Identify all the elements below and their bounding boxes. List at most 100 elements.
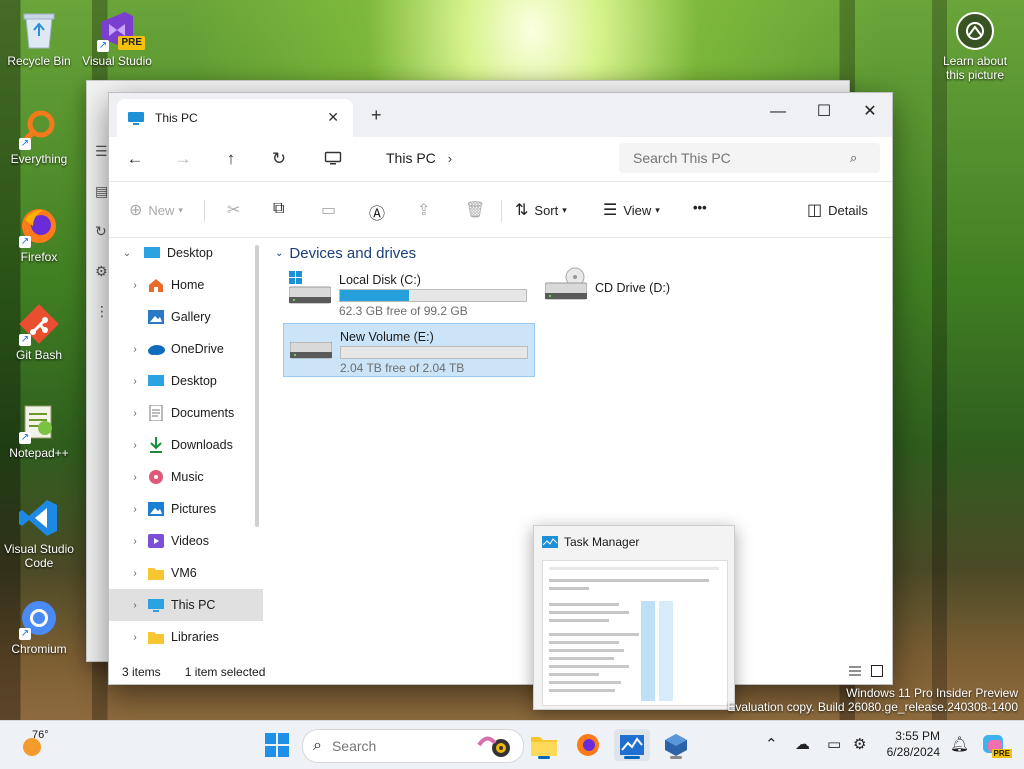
new-button[interactable]: ⊕ New ▾ xyxy=(129,200,183,220)
taskbar-search-input[interactable] xyxy=(329,737,454,755)
chevron-right-icon[interactable]: › xyxy=(129,280,141,291)
paste-button[interactable]: ▭ xyxy=(321,200,342,220)
close-tab-icon[interactable]: ✕ xyxy=(327,109,339,126)
chevron-right-icon[interactable]: › xyxy=(448,151,452,166)
vscode-icon xyxy=(17,496,61,540)
task-manager-icon xyxy=(620,735,644,755)
maximize-icon[interactable]: ☐ xyxy=(801,99,847,125)
desktop-icon-visual-studio[interactable]: PRE ↗ Visual Studio 2022 P... xyxy=(82,8,152,68)
cloud-offline-icon[interactable]: ☁ xyxy=(795,735,810,753)
chevron-right-icon[interactable]: › xyxy=(129,472,141,483)
title-bar: This PC ✕ + — ☐ ✕ xyxy=(109,93,892,137)
nav-item-downloads[interactable]: › Downloads xyxy=(109,429,263,461)
learn-about-picture-label: Learn about this picture xyxy=(942,54,1008,82)
nav-item-desktop[interactable]: › Desktop xyxy=(109,365,263,397)
search-input[interactable] xyxy=(631,149,850,167)
taskbar-virtualbox[interactable] xyxy=(658,729,694,761)
delete-button[interactable]: 🗑 xyxy=(465,200,491,220)
minimize-icon[interactable]: — xyxy=(755,99,801,125)
desktop-icon-notepad-plus-plus[interactable]: ↗ Notepad++ xyxy=(4,400,74,460)
show-hidden-icons-chevron-icon[interactable]: ⌃ xyxy=(765,735,778,753)
desktop-icon-chromium[interactable]: ↗ Chromium xyxy=(4,596,74,656)
nav-item-pictures[interactable]: › Pictures xyxy=(109,493,263,525)
nav-item-home[interactable]: › Home xyxy=(109,269,263,301)
group-header[interactable]: ⌄ Devices and drives xyxy=(275,245,416,262)
chevron-right-icon[interactable]: › xyxy=(129,536,141,547)
network-icon[interactable]: ⚙ xyxy=(853,735,866,753)
share-button[interactable]: ⇪ xyxy=(417,200,436,220)
nav-item-desktop-root[interactable]: ⌄ Desktop xyxy=(109,237,263,269)
rename-button[interactable]: Ⓐ xyxy=(369,200,391,224)
chevron-right-icon[interactable]: › xyxy=(129,568,141,579)
breadcrumb-this-pc[interactable]: This PC xyxy=(386,150,436,166)
desktop-icon-vscode[interactable]: Visual Studio Code xyxy=(4,496,74,570)
taskbar-task-manager[interactable] xyxy=(614,729,650,761)
up-arrow-icon[interactable]: ↑ xyxy=(217,147,245,171)
rename-icon: Ⓐ xyxy=(369,206,386,223)
details-view-icon[interactable] xyxy=(849,665,861,677)
nav-label: VM6 xyxy=(171,566,197,580)
nav-item-gallery[interactable]: Gallery xyxy=(109,301,263,333)
chevron-right-icon[interactable]: › xyxy=(129,632,141,643)
nav-item-documents[interactable]: › Documents xyxy=(109,397,263,429)
view-button[interactable]: ☰ View ▾ xyxy=(603,200,660,220)
drive-name: New Volume (E:) xyxy=(340,330,434,344)
drive-local-disk-c[interactable]: Local Disk (C:) 62.3 GB free of 99.2 GB xyxy=(283,267,533,319)
navigation-pane: ⌄ Desktop › Home Gallery › OneDrive › De… xyxy=(109,237,263,653)
start-button[interactable] xyxy=(259,729,295,761)
chevron-down-icon[interactable]: ⌄ xyxy=(121,248,133,259)
nav-item-this-pc[interactable]: › This PC xyxy=(109,589,263,621)
chevron-right-icon[interactable]: › xyxy=(129,600,141,611)
nav-item-libraries[interactable]: › Libraries xyxy=(109,621,263,653)
notification-bell-icon[interactable]: 🔔︎ xyxy=(950,735,969,753)
drive-cd-d[interactable]: CD Drive (D:) xyxy=(539,267,789,319)
close-icon[interactable]: ✕ xyxy=(847,99,892,125)
search-icon[interactable]: ⌕ xyxy=(850,150,857,166)
task-manager-preview[interactable]: Task Manager xyxy=(533,525,735,710)
desktop-icon-git-bash[interactable]: ↗ Git Bash xyxy=(4,302,74,362)
back-arrow-icon[interactable]: ← xyxy=(121,147,149,171)
watermark-edition: Windows 11 Pro Insider Preview xyxy=(846,686,1018,700)
taskbar-search[interactable]: ⌕ xyxy=(302,729,524,763)
copy-button[interactable]: ⧉ xyxy=(273,200,290,218)
taskbar-firefox[interactable] xyxy=(570,729,606,761)
nav-label: Videos xyxy=(171,534,209,548)
nav-item-vm6[interactable]: › VM6 xyxy=(109,557,263,589)
chevron-right-icon[interactable]: › xyxy=(129,344,141,355)
weather-widget[interactable]: 76° xyxy=(18,729,58,761)
nav-item-onedrive[interactable]: › OneDrive xyxy=(109,333,263,365)
sort-button[interactable]: ⇅ Sort ▾ xyxy=(515,200,567,220)
taskbar-file-explorer[interactable] xyxy=(526,729,562,761)
drive-usage-bar xyxy=(340,346,528,359)
clock[interactable]: 3:55 PM 6/28/2024 xyxy=(880,728,940,760)
desktop-icon-firefox[interactable]: ↗ Firefox xyxy=(4,204,74,264)
folder-icon xyxy=(147,565,165,581)
forward-arrow-icon[interactable]: → xyxy=(169,147,197,171)
refresh-icon[interactable]: ↻ xyxy=(265,147,293,171)
tab-this-pc[interactable]: This PC ✕ xyxy=(117,99,353,137)
cut-button[interactable]: ✂ xyxy=(227,200,246,220)
address-bar[interactable]: This PC › xyxy=(314,143,604,173)
copilot-button[interactable]: PRE xyxy=(976,729,1012,761)
nav-scrollbar[interactable] xyxy=(255,245,259,527)
nav-item-music[interactable]: › Music xyxy=(109,461,263,493)
tiles-view-icon[interactable] xyxy=(871,665,883,677)
desktop-icon-recycle-bin[interactable]: Recycle Bin xyxy=(4,8,74,68)
desktop-icon-everything[interactable]: ↗ Everything xyxy=(4,106,74,166)
chevron-right-icon[interactable]: › xyxy=(129,440,141,451)
details-button[interactable]: ◫ Details xyxy=(807,200,868,220)
more-options-button[interactable]: ••• xyxy=(693,200,707,215)
nav-label: This PC xyxy=(171,598,216,612)
search-box[interactable]: ⌕ xyxy=(619,143,880,173)
display-icon[interactable]: ▭ xyxy=(827,735,841,753)
nav-item-videos[interactable]: › Videos xyxy=(109,525,263,557)
chevron-right-icon[interactable]: › xyxy=(129,408,141,419)
drive-new-volume-e[interactable]: New Volume (E:) 2.04 TB free of 2.04 TB xyxy=(283,323,535,377)
learn-about-picture[interactable]: Learn about this picture xyxy=(938,12,1012,82)
new-tab-icon[interactable]: + xyxy=(371,105,382,126)
search-highlight-icon xyxy=(475,733,515,762)
chevron-right-icon[interactable]: › xyxy=(129,504,141,515)
nav-label: Documents xyxy=(171,406,235,420)
chevron-right-icon[interactable]: › xyxy=(129,376,141,387)
preview-thumbnail xyxy=(542,560,728,706)
